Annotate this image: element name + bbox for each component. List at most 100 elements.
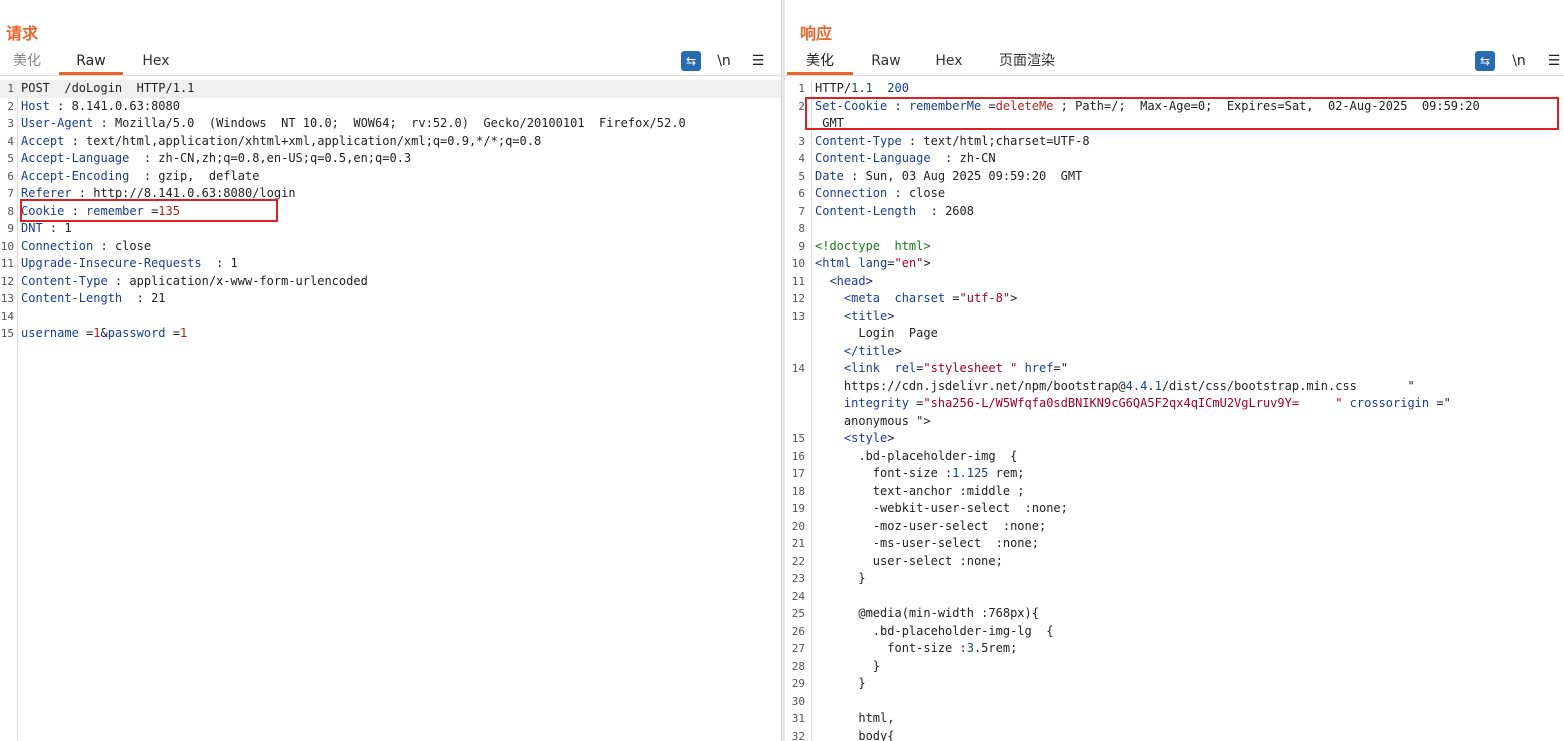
line-number: 15 (0, 327, 14, 340)
line-number: 17 (791, 467, 805, 480)
response-line: 13 <title> (785, 308, 1564, 326)
response-line: 19 -webkit-user-select :none; (785, 500, 1564, 518)
wrap-lines-icon[interactable]: ⇆ (681, 51, 701, 71)
menu-icon[interactable]: ☰ (1544, 51, 1564, 71)
line-number: 14 (791, 362, 805, 375)
response-line-text: } (815, 571, 866, 585)
newline-toggle-icon[interactable]: \n (1509, 51, 1529, 71)
response-line: 24 (785, 588, 1564, 606)
line-number: 6 (798, 187, 805, 200)
line-number: 5 (7, 152, 14, 165)
response-line: 1 HTTP/1.1 200 (785, 80, 1564, 98)
line-number: 32 (791, 729, 805, 741)
line-number: 12 (0, 274, 14, 288)
line-number: 10 (791, 257, 805, 270)
response-line: 5 Date : Sun, 03 Aug 2025 09:59:20 GMT (785, 168, 1564, 186)
response-line: 7 Content-Length : 2608 (785, 203, 1564, 221)
line-number: 7 (7, 187, 14, 200)
response-line: 20 -moz-user-select :none; (785, 518, 1564, 536)
line-number: 11 (791, 274, 805, 288)
response-line-text: <html lang="en"> (815, 256, 931, 270)
response-line-text: Login Page (815, 326, 938, 340)
response-line-text: html, (815, 711, 895, 725)
tab-render[interactable]: 页面渲染 (985, 49, 1069, 75)
line-number: 13 (791, 309, 805, 323)
response-line-text: Connection : close (815, 186, 946, 200)
response-line-text: <style> (843, 431, 895, 445)
line-number: 12 (791, 292, 805, 305)
tab-hex[interactable]: Hex (919, 49, 979, 75)
request-line: 6 Accept-Encoding : gzip, deflate (0, 168, 781, 186)
line-number: 24 (791, 589, 805, 603)
response-editor[interactable]: 1 HTTP/1.1 200 2 Set-Cookie : rememberMe =d… (785, 80, 1564, 741)
response-line-text: } (815, 676, 866, 690)
response-line-text: </title> (843, 343, 902, 358)
response-line-text: <meta charset ="utf-8"> (843, 291, 1018, 305)
request-line: 1 POST /doLogin HTTP/1.1 (0, 80, 781, 98)
request-line-text: Accept : text/html,application/xhtml+xml… (21, 133, 542, 148)
line-number: 11 (0, 257, 14, 270)
response-line-text: <title> (843, 308, 895, 323)
response-line-text: text-anchor :middle ; (815, 483, 1025, 498)
response-line: 28 } (785, 658, 1564, 676)
line-number: 20 (791, 519, 805, 533)
line-number: 22 (791, 554, 805, 568)
response-line-text: } (815, 658, 881, 673)
request-tabs: 美化 Raw Hex (0, 49, 781, 75)
request-line-text: Host : 8.141.0.63:8080 (21, 98, 180, 113)
line-number: 30 (791, 694, 805, 708)
response-line: 16 .bd-placeholder-img { (785, 448, 1564, 466)
response-line: integrity ="sha256-L/W5Wfqfa0sdBNIKN9cG6… (785, 395, 1564, 413)
response-line-text: <!doctype html> (815, 238, 931, 253)
response-line: 14 <link rel="stylesheet " href=" (785, 360, 1564, 378)
tab-hex[interactable]: Hex (128, 49, 184, 75)
response-line-text: -webkit-user-select :none; (815, 501, 1068, 515)
line-number: 9 (7, 222, 14, 235)
request-line-text: POST /doLogin HTTP/1.1 (21, 81, 195, 95)
line-number: 13 (0, 292, 14, 305)
response-line: 4 Content-Language : zh-CN (785, 150, 1564, 168)
response-line: 32 body{ (785, 728, 1564, 741)
wrap-lines-icon[interactable]: ⇆ (1475, 51, 1495, 71)
response-line: 18 text-anchor :middle ; (785, 483, 1564, 501)
response-line-text: Content-Language : zh-CN (815, 151, 996, 165)
tab-raw[interactable]: Raw (59, 49, 123, 75)
menu-icon[interactable]: ☰ (748, 51, 768, 71)
tab-pretty[interactable]: 美化 (787, 49, 853, 75)
response-line-text: https://cdn.jsdelivr.net/npm/bootstrap@4… (815, 378, 1415, 393)
response-line-text: Content-Type : text/html;charset=UTF-8 (815, 133, 1090, 148)
response-pane: 响应 美化 Raw Hex 页面渲染 ⇆ \n ☰ 1 HTTP/1.1 200 2… (785, 0, 1564, 741)
response-line: 10 <html lang="en"> (785, 255, 1564, 273)
response-line: 21 -ms-user-select :none; (785, 535, 1564, 553)
response-line-text: -ms-user-select :none; (815, 536, 1039, 550)
line-number: 29 (791, 677, 805, 690)
response-line: 27 font-size :3.5rem; (785, 640, 1564, 658)
tab-raw[interactable]: Raw (855, 49, 917, 75)
response-line-text: anonymous "> (815, 413, 931, 428)
line-number: 21 (791, 537, 805, 550)
request-line: 14 (0, 308, 781, 326)
line-number: 2 (798, 99, 805, 113)
line-number: 1 (798, 82, 805, 95)
request-line-text: Connection : close (21, 238, 152, 253)
request-line-text: Content-Type : application/x-www-form-ur… (21, 273, 368, 288)
request-line-text: username =1&password =1 (21, 326, 188, 340)
request-line: 9 DNT : 1 (0, 220, 781, 238)
line-number: 19 (791, 502, 805, 515)
tab-pretty[interactable]: 美化 (0, 49, 54, 75)
request-editor[interactable]: 1 POST /doLogin HTTP/1.1 2 Host : 8.141.0.6… (0, 80, 781, 741)
line-number: 14 (0, 309, 14, 323)
response-title: 响应 (800, 24, 833, 43)
request-line: 4 Accept : text/html,application/xhtml+xm… (0, 133, 781, 151)
line-number: 1 (7, 82, 14, 95)
line-number: 2 (7, 99, 14, 113)
response-line: 17 font-size :1.125 rem; (785, 465, 1564, 483)
request-line: 15 username =1&password =1 (0, 325, 781, 343)
newline-toggle-icon[interactable]: \n (714, 51, 734, 71)
request-line-text: User-Agent : Mozilla/5.0 (Windows NT 10.… (21, 116, 686, 130)
response-line-text: -moz-user-select :none; (815, 518, 1047, 533)
request-line: 3 User-Agent : Mozilla/5.0 (Windows NT 10… (0, 115, 781, 133)
request-line-text: Accept-Language : zh-CN,zh;q=0.8,en-US;q… (21, 151, 412, 165)
response-line-text: <link rel="stylesheet " href=" (843, 361, 1068, 375)
line-number: 27 (791, 642, 805, 655)
